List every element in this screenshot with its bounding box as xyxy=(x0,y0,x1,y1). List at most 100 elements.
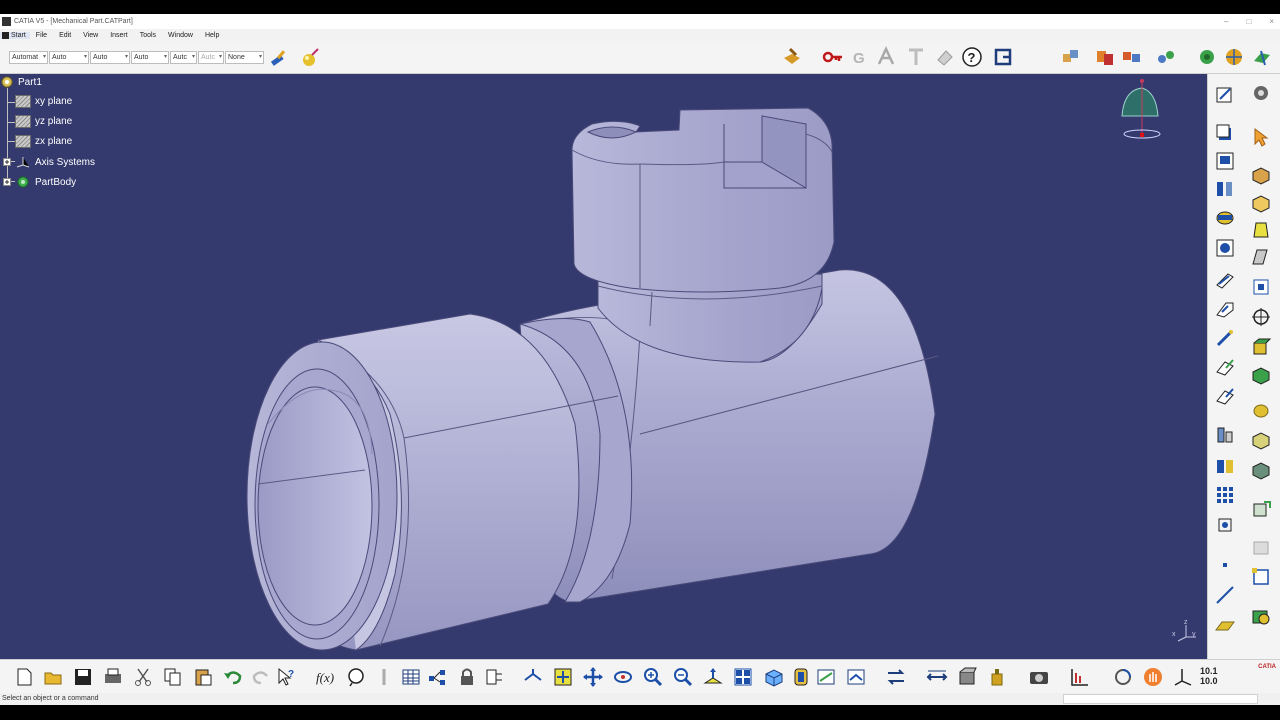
hide-show-icon[interactable] xyxy=(815,666,837,688)
new-document-icon[interactable] xyxy=(13,666,35,688)
menu-view[interactable]: View xyxy=(77,32,104,39)
point-icon[interactable] xyxy=(1214,554,1236,576)
text-annotation-icon[interactable] xyxy=(875,46,897,68)
plane-icon[interactable] xyxy=(1251,46,1273,68)
line-thickness-combo[interactable]: Auto xyxy=(90,51,130,64)
shapes-icon[interactable] xyxy=(1060,46,1082,68)
publish-icon[interactable] xyxy=(781,46,803,68)
eraser-icon[interactable] xyxy=(934,46,956,68)
tree-item-yz-plane[interactable]: yz plane xyxy=(15,115,72,128)
plane-create-icon[interactable] xyxy=(1214,615,1236,637)
pad-icon[interactable] xyxy=(1214,122,1236,144)
pocket-icon[interactable] xyxy=(1214,150,1236,172)
axis-icon[interactable] xyxy=(1172,666,1194,688)
point-symbol-combo[interactable]: Autc xyxy=(170,51,197,64)
print-icon[interactable] xyxy=(102,666,124,688)
formula-icon[interactable]: f(x) xyxy=(315,666,339,688)
measure-item-icon[interactable] xyxy=(956,666,978,688)
minimize-button[interactable]: – xyxy=(1224,17,1228,26)
multi-view-icon[interactable] xyxy=(732,666,754,688)
menu-file[interactable]: File xyxy=(30,32,53,39)
menu-insert[interactable]: Insert xyxy=(104,32,134,39)
swap-space-icon[interactable] xyxy=(845,666,867,688)
fit-all-icon[interactable] xyxy=(552,666,574,688)
multi-part-icon[interactable] xyxy=(1121,46,1143,68)
knowledge-icon[interactable] xyxy=(345,666,367,688)
shaft-icon[interactable] xyxy=(1214,178,1236,200)
zoom-in-icon[interactable] xyxy=(642,666,664,688)
help-icon[interactable]: ? xyxy=(961,46,983,68)
iso-view-icon[interactable] xyxy=(762,666,784,688)
hand-icon[interactable] xyxy=(1142,666,1164,688)
color-combo[interactable]: Automat xyxy=(9,51,48,64)
remove-face-icon[interactable] xyxy=(1250,336,1272,358)
maximize-button[interactable]: □ xyxy=(1246,17,1251,26)
copy-icon[interactable] xyxy=(162,666,184,688)
remove-loft-icon[interactable] xyxy=(1214,385,1236,407)
rib-icon[interactable] xyxy=(1214,269,1236,291)
menu-help[interactable]: Help xyxy=(199,32,225,39)
thread-icon[interactable] xyxy=(1250,306,1272,328)
logo-icon[interactable] xyxy=(992,46,1014,68)
layer-combo[interactable]: None xyxy=(225,51,264,64)
menu-window[interactable]: Window xyxy=(162,32,199,39)
pan-icon[interactable] xyxy=(582,666,604,688)
sketch-icon[interactable] xyxy=(1214,84,1236,106)
measure-icon[interactable] xyxy=(905,46,927,68)
transparency-combo[interactable]: Auto xyxy=(49,51,89,64)
measure-inertia-icon[interactable] xyxy=(986,666,1008,688)
menu-tools[interactable]: Tools xyxy=(134,32,162,39)
tree-item-xy-plane[interactable]: xy plane xyxy=(15,95,72,108)
menu-start[interactable]: Start xyxy=(0,31,30,39)
update-icon[interactable] xyxy=(1112,666,1134,688)
rotate-icon[interactable] xyxy=(612,666,634,688)
grid-readout[interactable]: 10.1 10.0 xyxy=(1200,666,1226,688)
set-icon[interactable] xyxy=(483,666,505,688)
shading-icon[interactable] xyxy=(790,666,812,688)
swap-visible-icon[interactable] xyxy=(885,666,907,688)
fillet-icon[interactable] xyxy=(1250,164,1272,186)
geometrical-set-icon[interactable]: G xyxy=(851,46,873,68)
hole-icon[interactable] xyxy=(1214,237,1236,259)
open-folder-icon[interactable] xyxy=(42,666,64,688)
painter-brush-icon[interactable] xyxy=(268,46,290,68)
expand-plus-icon[interactable] xyxy=(3,178,11,186)
replace-face-icon[interactable] xyxy=(1250,364,1272,386)
globe-icon[interactable] xyxy=(1223,46,1245,68)
sphere-icon[interactable] xyxy=(1250,399,1272,421)
shell-icon[interactable] xyxy=(1250,246,1272,268)
table-icon[interactable] xyxy=(400,666,422,688)
settings-icon[interactable] xyxy=(1196,46,1218,68)
intersect-icon[interactable] xyxy=(1250,606,1272,628)
undo-icon[interactable] xyxy=(222,666,244,688)
3d-viewport[interactable]: Part1 xy plane yz plane zx plane Axis Sy… xyxy=(0,74,1207,659)
groove-icon[interactable] xyxy=(1214,207,1236,229)
select-arrow-icon[interactable] xyxy=(1250,126,1272,148)
mirror-icon[interactable] xyxy=(1250,429,1272,451)
translation-icon[interactable] xyxy=(1250,459,1272,481)
normal-view-icon[interactable] xyxy=(702,666,724,688)
redo-icon[interactable] xyxy=(250,666,272,688)
flow-icon[interactable] xyxy=(426,666,448,688)
tree-item-partbody[interactable]: PartBody xyxy=(3,175,76,189)
save-icon[interactable] xyxy=(72,666,94,688)
scaling-icon[interactable] xyxy=(1250,498,1272,520)
split-icon[interactable] xyxy=(1214,424,1236,446)
gear-icon[interactable] xyxy=(1250,82,1272,104)
close-button[interactable]: × xyxy=(1269,17,1274,26)
magic-wand-icon[interactable] xyxy=(299,46,321,68)
line-type-combo[interactable]: Auto xyxy=(131,51,169,64)
cut-icon[interactable] xyxy=(132,666,154,688)
compass-icon[interactable] xyxy=(1112,78,1162,144)
key-icon[interactable] xyxy=(822,46,844,68)
measure-item-icon[interactable] xyxy=(1214,514,1236,536)
draft-icon[interactable] xyxy=(1250,219,1272,241)
whats-this-icon[interactable]: ? xyxy=(275,666,297,688)
assemble-icon[interactable] xyxy=(1250,536,1272,558)
plane-system-icon[interactable] xyxy=(1068,666,1090,688)
slot-icon[interactable] xyxy=(1214,298,1236,320)
measure-between-icon[interactable] xyxy=(926,666,948,688)
law-icon[interactable] xyxy=(373,666,395,688)
fly-mode-icon[interactable] xyxy=(522,666,544,688)
boolean-icon[interactable] xyxy=(1250,566,1272,588)
